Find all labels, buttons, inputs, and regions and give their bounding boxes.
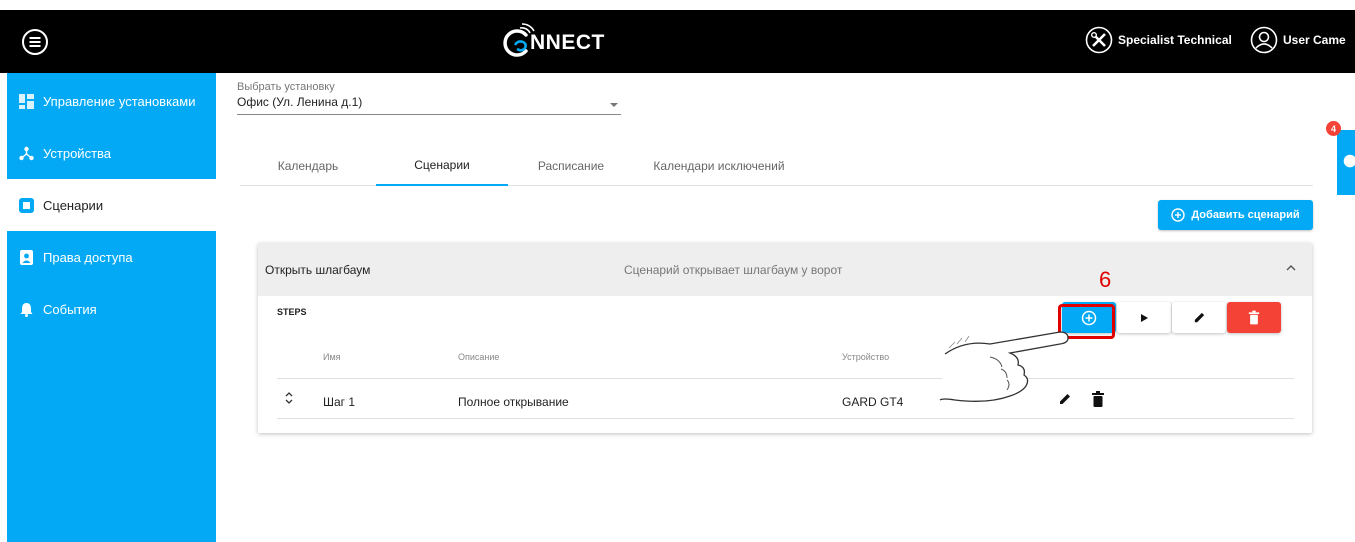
- step-name: Шаг 1: [323, 395, 356, 409]
- sidebar-item-access-rights[interactable]: Права доступа: [7, 231, 216, 283]
- sidebar-item-label: События: [43, 301, 97, 317]
- tab-calendar[interactable]: Календарь: [240, 146, 376, 186]
- scenario-card-header[interactable]: Открыть шлагбаум Сценарий открывает шлаг…: [258, 243, 1312, 296]
- hamburger-menu-icon[interactable]: [21, 28, 49, 56]
- chat-icon: [1343, 154, 1355, 168]
- column-header-name: Имя: [323, 352, 341, 362]
- notification-badge: 4: [1326, 121, 1341, 136]
- sidebar-item-label: Сценарии: [43, 197, 104, 213]
- tab-exception-calendars[interactable]: Календари исключений: [634, 146, 804, 186]
- steps-label: STEPS: [277, 307, 307, 317]
- logo-text: NNECT: [530, 31, 605, 54]
- sidebar-item-installations[interactable]: Управление установками: [7, 75, 216, 127]
- reorder-arrows-icon[interactable]: [284, 391, 294, 405]
- sidebar: Управление установками Устройства Сценар…: [7, 73, 216, 542]
- sidebar-item-label: Управление установками: [43, 93, 196, 109]
- scenario-description: Сценарий открывает шлагбаум у ворот: [624, 263, 843, 277]
- chevron-up-icon[interactable]: [1283, 260, 1299, 276]
- tools-icon: [1085, 26, 1113, 54]
- table-divider: [277, 418, 1294, 419]
- devices-icon: [19, 146, 34, 161]
- add-scenario-label: Добавить сценарий: [1191, 209, 1300, 221]
- top-bar: NNECT Specialist Technical User Came: [0, 10, 1355, 73]
- user-menu[interactable]: User Came: [1250, 26, 1346, 54]
- specialist-label: Specialist Technical: [1118, 33, 1232, 47]
- user-label: User Came: [1283, 33, 1346, 47]
- user-avatar-icon: [1250, 26, 1278, 54]
- scenario-title: Открыть шлагбаум: [265, 263, 371, 277]
- side-panel-tab[interactable]: [1337, 130, 1355, 195]
- sidebar-item-devices[interactable]: Устройства: [7, 127, 216, 179]
- sidebar-item-scenarios[interactable]: Сценарии: [7, 179, 216, 231]
- delete-step-trash-icon[interactable]: [1091, 391, 1105, 407]
- scenario-card: Открыть шлагбаум Сценарий открывает шлаг…: [258, 243, 1312, 433]
- sidebar-item-label: Устройства: [43, 145, 112, 161]
- table-divider: [277, 378, 1294, 379]
- specialist-menu[interactable]: Specialist Technical: [1085, 26, 1232, 54]
- trash-icon: [1248, 310, 1260, 325]
- dropdown-caret-icon[interactable]: [610, 103, 618, 107]
- column-header-device: Устройство: [842, 352, 890, 362]
- dashboard-icon: [19, 93, 34, 109]
- column-header-description: Описание: [458, 352, 500, 362]
- step-device: GARD GT4: [842, 395, 904, 409]
- app-root: NNECT Specialist Technical User Came Упр…: [0, 0, 1355, 542]
- run-scenario-button[interactable]: [1117, 302, 1171, 333]
- sidebar-item-events[interactable]: События: [7, 283, 216, 335]
- tab-bar: Календарь Сценарии Расписание Календари …: [240, 146, 1313, 186]
- scenarios-icon: [19, 197, 34, 213]
- sidebar-item-label: Права доступа: [43, 249, 133, 265]
- play-icon: [1141, 313, 1148, 322]
- pencil-icon: [1194, 312, 1204, 323]
- installation-select-underline: [237, 114, 621, 115]
- delete-scenario-button[interactable]: [1227, 302, 1281, 333]
- tab-schedule[interactable]: Расписание: [508, 146, 634, 186]
- installation-select-label: Выбрать установку: [237, 81, 335, 93]
- plus-circle-icon: [1171, 208, 1186, 222]
- access-rights-icon: [19, 249, 34, 265]
- tab-scenarios[interactable]: Сценарии: [376, 146, 508, 186]
- callout-step-number: 6: [1099, 267, 1112, 292]
- bell-icon: [19, 302, 34, 317]
- installation-select[interactable]: Офис (Ул. Ленина д.1): [237, 95, 362, 109]
- pointing-hand-icon: [939, 331, 1069, 402]
- edit-scenario-button[interactable]: [1172, 302, 1226, 333]
- step-description: Полное открывание: [458, 395, 569, 409]
- add-scenario-button[interactable]: Добавить сценарий: [1158, 200, 1313, 230]
